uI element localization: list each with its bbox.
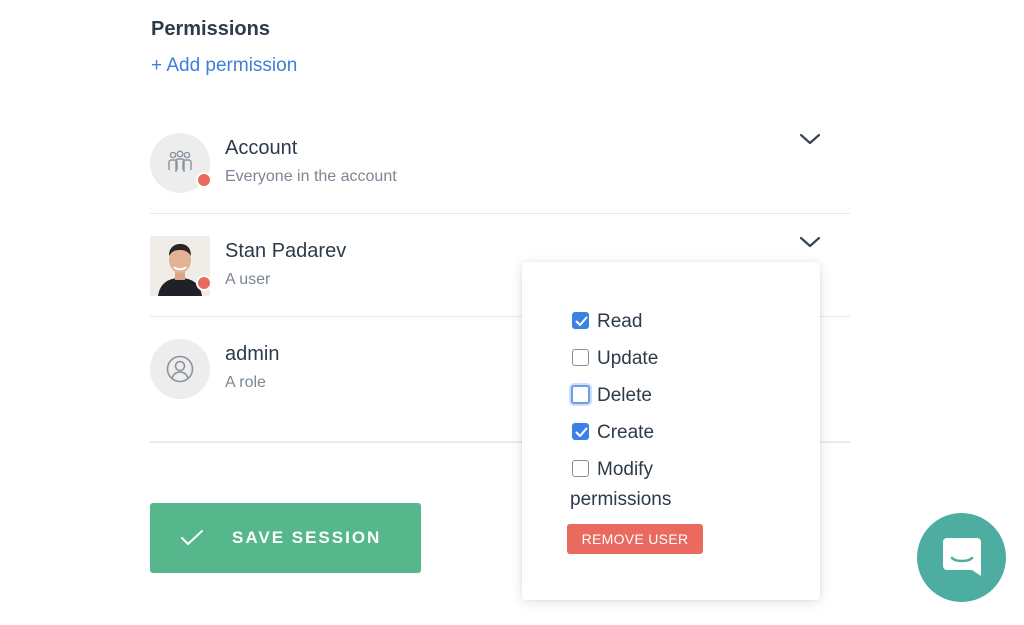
status-dot [196, 275, 212, 291]
row-subtitle: Everyone in the account [225, 168, 397, 185]
update-checkbox[interactable] [572, 349, 589, 366]
permission-option-label: Update [597, 348, 659, 369]
permission-option-label: Delete [597, 385, 652, 406]
remove-user-button[interactable]: REMOVE USER [567, 524, 703, 554]
status-dot [196, 172, 212, 188]
create-checkbox[interactable] [572, 423, 589, 440]
user-circle-icon [166, 355, 194, 383]
check-icon [181, 530, 203, 545]
permission-popover: Read Update Delete Create Modify permiss… [522, 262, 820, 600]
row-name: admin [225, 343, 280, 365]
chevron-down-icon[interactable] [798, 131, 822, 147]
modify-permissions-checkbox[interactable] [572, 460, 589, 477]
chat-bubble-icon [943, 538, 981, 576]
chevron-down-icon[interactable] [798, 234, 822, 250]
row-subtitle: A user [225, 271, 271, 288]
people-group-icon [168, 150, 192, 172]
read-checkbox[interactable] [572, 312, 589, 329]
permission-option-label: Create [597, 422, 655, 443]
permission-option-label: Read [597, 311, 643, 332]
permission-option-label-continued: permissions [570, 489, 672, 510]
role-avatar [150, 339, 210, 399]
save-session-button[interactable]: SAVE SESSION [150, 503, 421, 573]
row-name: Stan Padarev [225, 240, 347, 262]
permission-option-label: Modify [597, 459, 653, 480]
delete-checkbox[interactable] [571, 385, 590, 404]
permission-row-account: Account Everyone in the account [150, 111, 850, 214]
add-permission-link[interactable]: + Add permission [151, 55, 297, 77]
row-subtitle: A role [225, 374, 266, 391]
save-session-label: SAVE SESSION [232, 528, 382, 547]
chat-launcher-button[interactable] [917, 513, 1006, 602]
row-name: Account [225, 137, 298, 159]
permissions-title: Permissions [151, 18, 270, 40]
